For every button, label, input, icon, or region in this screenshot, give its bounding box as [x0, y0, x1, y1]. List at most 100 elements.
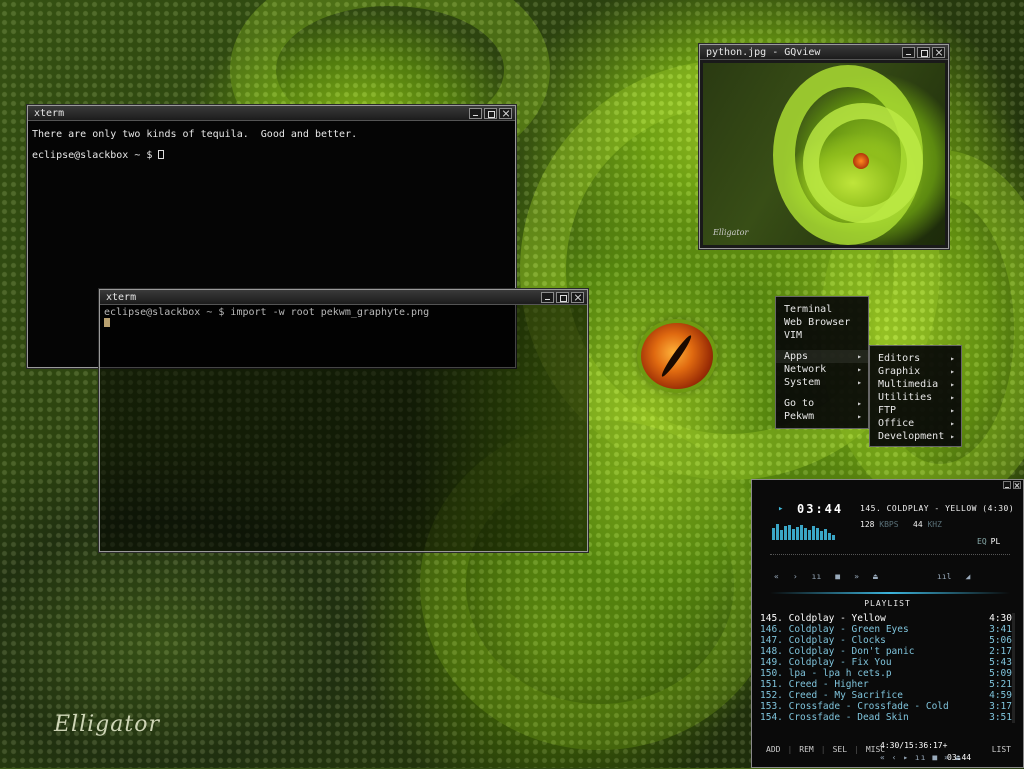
xterm-window-2[interactable]: xterm eclipse@slackbox ~ $ import -w roo…	[99, 289, 588, 552]
close-button[interactable]	[571, 292, 584, 303]
menu-item-label: Graphix	[878, 366, 921, 377]
elapsed-time[interactable]: 03:44	[797, 502, 843, 516]
seek-bar[interactable]	[770, 554, 1010, 555]
divider	[770, 592, 1010, 594]
khz-value: 44	[913, 520, 923, 529]
track-length: 5:09	[989, 668, 1012, 679]
menu-item-development[interactable]: Development ▸	[870, 430, 961, 443]
kbps-value: 128	[860, 520, 875, 529]
khz-label: KHZ	[927, 520, 942, 529]
eq-toggle[interactable]: EQ	[977, 537, 987, 546]
playlist-row[interactable]: 153. Crossfade - Crossfade - Cold 3:17	[760, 701, 1012, 712]
close-button[interactable]	[932, 47, 945, 58]
player-titlebar[interactable]	[752, 480, 1023, 492]
previous-icon[interactable]: «	[774, 572, 779, 581]
menu-item-label: Apps	[784, 351, 809, 362]
menu-item-apps[interactable]: Apps ▸	[776, 350, 868, 363]
close-button[interactable]	[1013, 481, 1021, 489]
track-length: 3:51	[989, 712, 1012, 723]
volume-icon[interactable]: ◢	[965, 572, 970, 581]
menu-item-label: Editors	[878, 353, 921, 364]
menu-item-office[interactable]: Office ▸	[870, 417, 961, 430]
close-button[interactable]	[499, 108, 512, 119]
terminal-cursor-line	[104, 318, 583, 329]
playlist-status: 4:30/15:36:17+	[880, 741, 948, 750]
minimize-button[interactable]	[469, 108, 482, 119]
menu-item-label: Utilities	[878, 392, 933, 403]
playlist-row[interactable]: 154. Crossfade - Dead Skin 3:51	[760, 712, 1012, 723]
playlist-row[interactable]: 148. Coldplay - Don't panic 2:17	[760, 646, 1012, 657]
menu-item-label: Multimedia	[878, 379, 939, 390]
menu-item-label: Go to	[784, 398, 815, 409]
titlebar[interactable]: xterm	[100, 290, 587, 305]
image-signature: Elligator	[713, 228, 749, 237]
balance-icon[interactable]: ııl	[937, 572, 951, 581]
terminal-output[interactable]: eclipse@slackbox ~ $ import -w root pekw…	[100, 305, 587, 337]
track-length: 3:17	[989, 701, 1012, 712]
xmms-player[interactable]: ▸ 03:44 145. COLDPLAY - YELLOW (4:30) 12…	[751, 479, 1024, 768]
playlist-row[interactable]: 146. Coldplay - Green Eyes 3:41	[760, 624, 1012, 635]
menu-item-network[interactable]: Network ▸	[776, 363, 868, 376]
minimize-button[interactable]	[541, 292, 554, 303]
menu-item-ftp[interactable]: FTP ▸	[870, 404, 961, 417]
pl-toggle[interactable]: PL	[991, 537, 1001, 546]
maximize-button[interactable]	[484, 108, 497, 119]
divider: |	[820, 745, 826, 754]
play-icon[interactable]: ›	[793, 572, 798, 581]
titlebar[interactable]: xterm	[28, 106, 515, 121]
minimize-button[interactable]	[1003, 481, 1011, 489]
track-title: 146. Coldplay - Green Eyes	[760, 624, 909, 635]
menu-item-system[interactable]: System ▸	[776, 376, 868, 389]
maximize-button[interactable]	[917, 47, 930, 58]
list-button[interactable]: LIST	[992, 745, 1011, 754]
track-title: 152. Creed - My Sacrifice	[760, 690, 903, 701]
menu-item-pekwm[interactable]: Pekwm ▸	[776, 410, 868, 423]
menu-item-terminal[interactable]: Terminal	[776, 303, 868, 316]
pause-icon[interactable]: ıı	[812, 572, 822, 581]
mini-time: 03:44	[947, 753, 972, 762]
menu-item-multimedia[interactable]: Multimedia ▸	[870, 378, 961, 391]
menu-item-label: Web Browser	[784, 317, 851, 328]
playlist-scrollbar[interactable]	[1012, 613, 1015, 723]
maximize-button[interactable]	[556, 292, 569, 303]
playlist-row[interactable]: 151. Creed - Higher 5:21	[760, 679, 1012, 690]
remove-button[interactable]: REM	[799, 745, 813, 754]
menu-item-go-to[interactable]: Go to ▸	[776, 397, 868, 410]
apps-submenu[interactable]: Editors ▸ Graphix ▸ Multimedia ▸ Utilities ▸…	[869, 345, 962, 447]
menu-item-vim[interactable]: VIM	[776, 329, 868, 342]
root-menu[interactable]: Terminal Web Browser VIM Apps ▸ Network ▸ …	[775, 296, 869, 429]
terminal-prompt: eclipse@slackbox ~ $	[32, 150, 159, 161]
image-viewport[interactable]: Elligator	[703, 63, 945, 245]
terminal-output[interactable]: There are only two kinds of tequila. Goo…	[28, 121, 515, 179]
titlebar[interactable]: python.jpg - GQview	[700, 45, 948, 60]
playlist-row[interactable]: 152. Creed - My Sacrifice 4:59	[760, 690, 1012, 701]
submenu-arrow-icon: ▸	[950, 380, 955, 389]
playlist-row[interactable]: 150. lpa - lpa h cets.p 5:09	[760, 668, 1012, 679]
menu-item-label: Terminal	[784, 304, 833, 315]
stop-icon[interactable]: ■	[835, 572, 840, 581]
gqview-window[interactable]: python.jpg - GQview Elligator	[699, 44, 949, 249]
next-icon[interactable]: »	[854, 572, 859, 581]
terminal-line: There are only two kinds of tequila. Goo…	[32, 129, 358, 140]
track-title: 149. Coldplay - Fix You	[760, 657, 892, 668]
playlist-row[interactable]: 149. Coldplay - Fix You 5:43	[760, 657, 1012, 668]
menu-item-editors[interactable]: Editors ▸	[870, 352, 961, 365]
menu-item-label: Office	[878, 418, 915, 429]
eject-icon[interactable]: ⏏	[873, 572, 878, 581]
menu-item-utilities[interactable]: Utilities ▸	[870, 391, 961, 404]
playlist-row[interactable]: 147. Coldplay - Clocks 5:06	[760, 635, 1012, 646]
menu-item-web-browser[interactable]: Web Browser	[776, 316, 868, 329]
desktop[interactable]: Elligator xterm There are only two kinds…	[0, 0, 1024, 768]
terminal-line: eclipse@slackbox ~ $ import -w root pekw…	[104, 307, 430, 318]
playlist-row[interactable]: 145. Coldplay - Yellow 4:30	[760, 613, 1012, 624]
playlist[interactable]: 145. Coldplay - Yellow 4:30 146. Coldplay…	[760, 613, 1012, 723]
spectrum-visualizer[interactable]	[772, 522, 842, 540]
track-title: 150. lpa - lpa h cets.p	[760, 668, 892, 679]
track-length: 5:43	[989, 657, 1012, 668]
select-button[interactable]: SEL	[833, 745, 847, 754]
minimize-button[interactable]	[902, 47, 915, 58]
add-button[interactable]: ADD	[766, 745, 780, 754]
menu-item-graphix[interactable]: Graphix ▸	[870, 365, 961, 378]
divider: |	[787, 745, 793, 754]
track-length: 5:21	[989, 679, 1012, 690]
